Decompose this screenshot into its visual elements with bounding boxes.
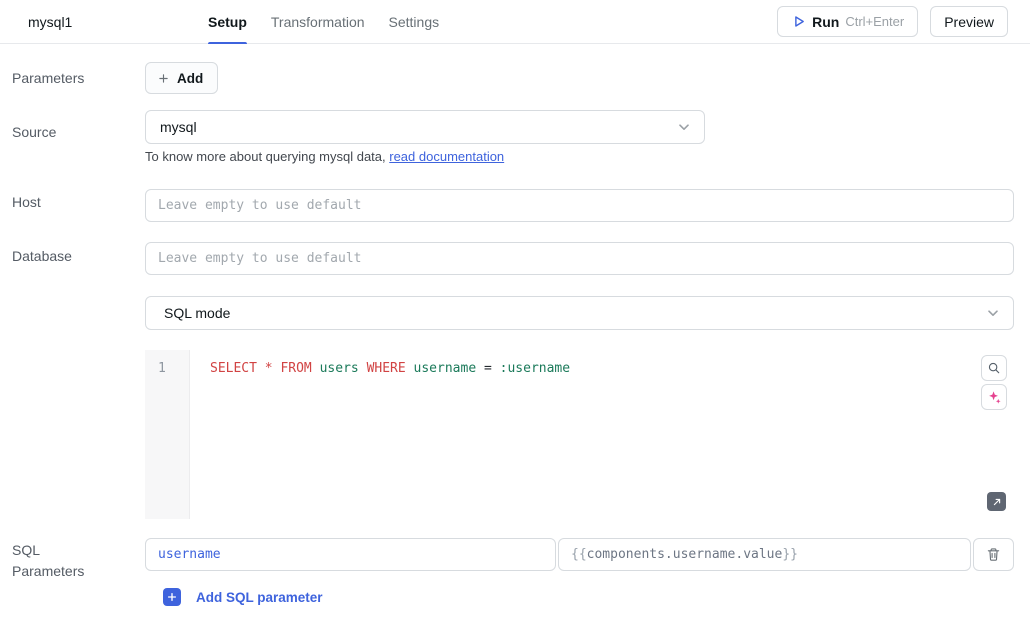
sql-query-text[interactable]: SELECT * FROM users WHERE username = :us… xyxy=(210,361,570,376)
source-select[interactable]: mysql xyxy=(145,110,705,144)
sql-mode-select[interactable]: SQL mode xyxy=(145,296,1014,330)
plus-icon xyxy=(157,72,170,85)
database-label: Database xyxy=(12,246,72,267)
sql-parameters-label: SQL Parameters xyxy=(12,540,92,582)
run-shortcut-hint: Ctrl+Enter xyxy=(845,14,904,29)
add-sql-parameter-button[interactable]: Add SQL parameter xyxy=(163,588,323,606)
host-label: Host xyxy=(12,192,41,213)
database-input[interactable] xyxy=(145,242,1014,275)
delete-sql-parameter-button[interactable] xyxy=(973,538,1014,571)
preview-button-label: Preview xyxy=(944,14,994,30)
chevron-down-icon xyxy=(985,305,1001,321)
preview-button[interactable]: Preview xyxy=(930,6,1008,37)
trash-icon xyxy=(986,547,1001,562)
play-icon xyxy=(791,14,806,29)
chevron-down-icon xyxy=(676,119,692,135)
plus-square-icon xyxy=(163,588,181,606)
source-select-value: mysql xyxy=(160,119,197,135)
sparkle-icon xyxy=(987,390,1002,405)
tab-settings[interactable]: Settings xyxy=(389,0,440,44)
query-editor-panel: mysql1 Setup Transformation Settings Run… xyxy=(0,0,1030,621)
tab-bar: Setup Transformation Settings xyxy=(208,0,439,44)
editor-search-button[interactable] xyxy=(981,355,1007,381)
editor-gutter xyxy=(145,350,190,519)
add-parameter-label: Add xyxy=(177,71,203,86)
tab-setup[interactable]: Setup xyxy=(208,0,247,44)
parameters-label: Parameters xyxy=(12,68,84,89)
line-number: 1 xyxy=(158,361,166,376)
ai-copilot-button[interactable] xyxy=(981,384,1007,410)
run-button[interactable]: Run Ctrl+Enter xyxy=(777,6,918,37)
source-help-prefix: To know more about querying mysql data, xyxy=(145,149,389,164)
search-icon xyxy=(987,361,1001,375)
query-name: mysql1 xyxy=(28,0,72,44)
host-input[interactable] xyxy=(145,189,1014,222)
source-label: Source xyxy=(12,122,56,143)
run-button-label: Run xyxy=(812,14,839,30)
editor-expand-button[interactable] xyxy=(987,492,1006,511)
sql-code-editor[interactable]: 1 SELECT * FROM users WHERE username = :… xyxy=(145,350,1014,519)
source-help-text: To know more about querying mysql data, … xyxy=(145,149,504,164)
expand-icon xyxy=(991,496,1003,508)
sql-parameter-value-input[interactable]: {{components.username.value}} xyxy=(558,538,971,571)
add-parameter-button[interactable]: Add xyxy=(145,62,218,94)
header-actions: Run Ctrl+Enter Preview xyxy=(777,6,1008,37)
read-documentation-link[interactable]: read documentation xyxy=(389,149,504,164)
sql-mode-value: SQL mode xyxy=(164,305,230,321)
binding-expression: components.username.value xyxy=(587,547,783,562)
query-editor-header: mysql1 Setup Transformation Settings Run… xyxy=(0,0,1030,44)
binding-open-brace: {{ xyxy=(571,547,587,562)
binding-close-brace: }} xyxy=(782,547,798,562)
sql-parameter-key-input[interactable] xyxy=(145,538,556,571)
add-sql-parameter-label: Add SQL parameter xyxy=(196,590,323,605)
tab-transformation[interactable]: Transformation xyxy=(271,0,365,44)
